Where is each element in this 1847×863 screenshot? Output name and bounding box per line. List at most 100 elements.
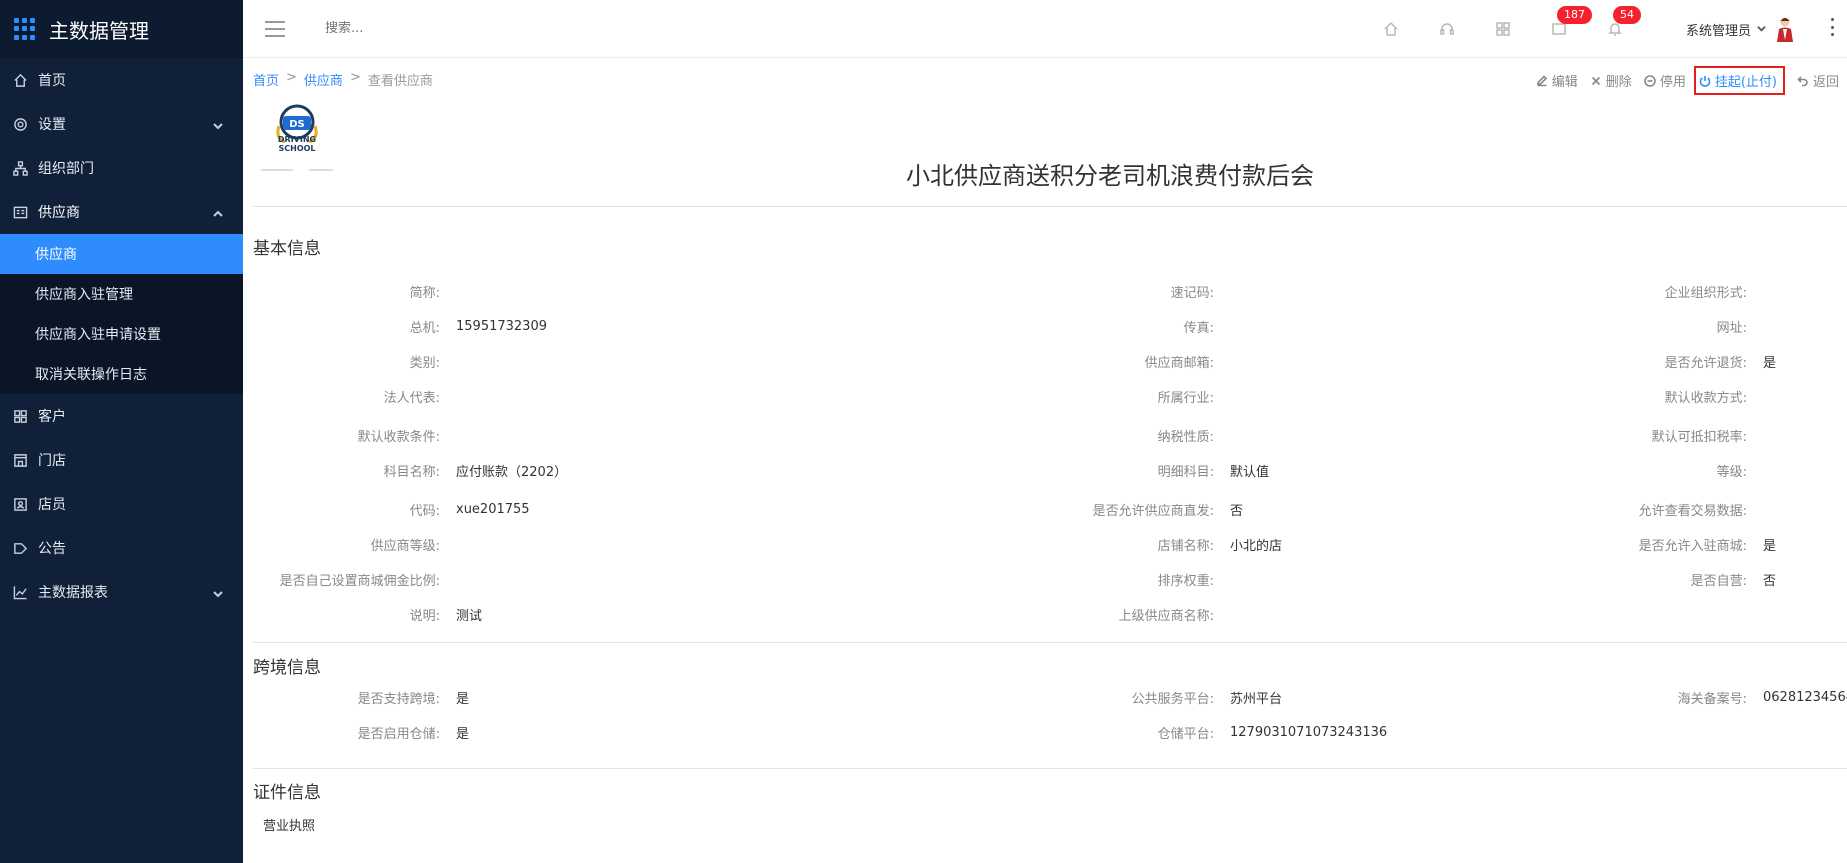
field-value: 苏州平台 [1230,691,1283,707]
more-vertical-icon[interactable] [1831,18,1835,36]
sidebar-item-supplier[interactable]: 供应商 [0,190,243,234]
field: 是否自营: 否 [1303,569,1776,589]
sidebar: 主数据管理 首页 设置 组织部门 供应商 供应商 供应商入驻管理 供应商入驻申请… [0,0,243,863]
supplier-icon [12,204,28,220]
sidebar-item-home[interactable]: 首页 [0,58,243,102]
field-label: 供应商邮箱: [1144,355,1214,371]
field-label: 企业组织形式: [1664,285,1747,301]
back-icon [1797,75,1808,86]
section-title-basic: 基本信息 [253,239,321,259]
field-row: 默认收款条件: 纳税性质: 默认可抵扣税率: [243,425,1847,445]
search-input[interactable] [325,21,625,36]
breadcrumb-separator: > [349,70,361,85]
edit-button[interactable]: 编辑 [1536,71,1578,90]
sidebar-item-customer[interactable]: 客户 [0,394,243,438]
field-value: 是 [456,726,470,742]
field: 默认收款条件: [243,425,456,445]
menu-toggle-icon[interactable] [265,20,285,37]
message-icon[interactable]: 187 [1531,0,1592,58]
field-label: 等级: [1716,464,1747,480]
sidebar-subitem-unlink-log[interactable]: 取消关联操作日志 [0,354,243,394]
field-label: 仓储平台: [1157,726,1214,742]
field: 是否允许入驻商城: 是 [1303,534,1776,554]
field-label: 速记码: [1170,285,1214,301]
sidebar-item-store[interactable]: 门店 [0,438,243,482]
org-icon [12,160,28,176]
business-license-label: 营业执照 [263,819,316,834]
delete-label: 删除 [1605,75,1632,90]
headset-icon[interactable] [1419,0,1475,58]
suspend-button[interactable]: 挂起(止付) [1693,66,1785,95]
breadcrumb-home[interactable]: 首页 [253,70,279,89]
field-label: 明细科目: [1157,464,1214,480]
field-row: 总机: 15951732309 传真: 网址: [243,316,1847,336]
avatar[interactable] [1776,16,1794,42]
divider [253,206,1847,207]
field-label: 纳税性质: [1157,429,1214,445]
sidebar-item-reports[interactable]: 主数据报表 [0,570,243,614]
field-label: 总机: [409,320,440,336]
apps-grid-icon[interactable] [14,18,36,40]
apps-icon[interactable] [1475,0,1531,58]
field-row: 类别: 供应商邮箱: 是否允许退货: 是 [243,351,1847,371]
sidebar-item-label: 公告 [38,541,66,557]
field: 是否允许退货: 是 [1303,351,1776,371]
field-label: 是否启用仓储: [357,726,440,742]
field: 传真: [773,316,1230,336]
edit-icon [1536,74,1547,86]
field-row: 科目名称: 应付账款（2202） 明细科目: 默认值 等级: [243,460,1847,480]
field-value: 06281234564214 [1763,689,1847,705]
chevron-up-icon [213,207,223,217]
sidebar-item-clerk[interactable]: 店员 [0,482,243,526]
field: 上级供应商名称: [773,604,1230,624]
delete-button[interactable]: 删除 [1590,71,1632,90]
sidebar-item-label: 店员 [38,497,66,513]
section-title-certificates: 证件信息 [253,783,321,803]
field: 是否支持跨境: 是 [243,687,469,707]
field: 类别: [243,351,456,371]
bell-icon[interactable]: 54 [1587,0,1643,58]
field-label: 代码: [409,503,440,519]
field: 总机: 15951732309 [243,316,547,336]
field: 简称: [243,281,456,301]
field-row: 简称: 速记码: 企业组织形式: [243,281,1847,301]
field-value: 是 [1763,538,1777,554]
divider [253,768,1847,769]
back-button[interactable]: 返回 [1797,71,1839,90]
disable-button[interactable]: 停用 [1644,71,1686,90]
field: 网址: [1303,316,1763,336]
home-icon[interactable] [1363,0,1419,58]
breadcrumb: 首页 > 供应商 > 查看供应商 [253,70,433,89]
sidebar-item-announcement[interactable]: 公告 [0,526,243,570]
sidebar-item-settings[interactable]: 设置 [0,102,243,146]
sidebar-subitem-onboarding-settings[interactable]: 供应商入驻申请设置 [0,314,243,354]
sidebar-subitem-supplier-onboarding[interactable]: 供应商入驻管理 [0,274,243,314]
power-icon [1699,75,1711,87]
field-label: 是否允许供应商直发: [1092,503,1214,519]
notifications-badge: 54 [1613,6,1641,24]
field: 说明: 测试 [243,604,482,624]
field-value: 是 [456,691,470,707]
user-menu[interactable]: 系统管理员 [1686,0,1794,58]
sidebar-item-label: 供应商 [38,205,80,221]
announcement-icon [12,540,28,556]
breadcrumb-separator: > [286,70,297,85]
field-row: 说明: 测试 上级供应商名称: [243,604,1847,624]
main-content: 首页 > 供应商 > 查看供应商 编辑 删除 停用 挂起(止付) 返回 DS D… [243,58,1847,863]
breadcrumb-current: 查看供应商 [367,74,433,89]
field: 企业组织形式: [1303,281,1763,301]
field: 是否允许供应商直发: 否 [773,499,1243,519]
sidebar-item-org[interactable]: 组织部门 [0,146,243,190]
field: 店铺名称: 小北的店 [773,534,1282,554]
field-value: 1279031071073243136 [1230,724,1388,740]
field-value: 默认值 [1230,464,1270,480]
field-label: 所属行业: [1157,390,1214,406]
topbar-icons: 187 54 [1363,0,1643,58]
field-row: 是否支持跨境: 是 公共服务平台: 苏州平台 海关备案号: 06281234564214 [243,687,1847,707]
breadcrumb-supplier[interactable]: 供应商 [304,70,343,89]
sidebar-subitem-supplier[interactable]: 供应商 [0,234,243,274]
field-value: 15951732309 [456,318,547,334]
field: 等级: [1303,460,1763,480]
field: 默认收款方式: [1303,386,1763,406]
field-value: 应付账款（2202） [456,464,568,480]
